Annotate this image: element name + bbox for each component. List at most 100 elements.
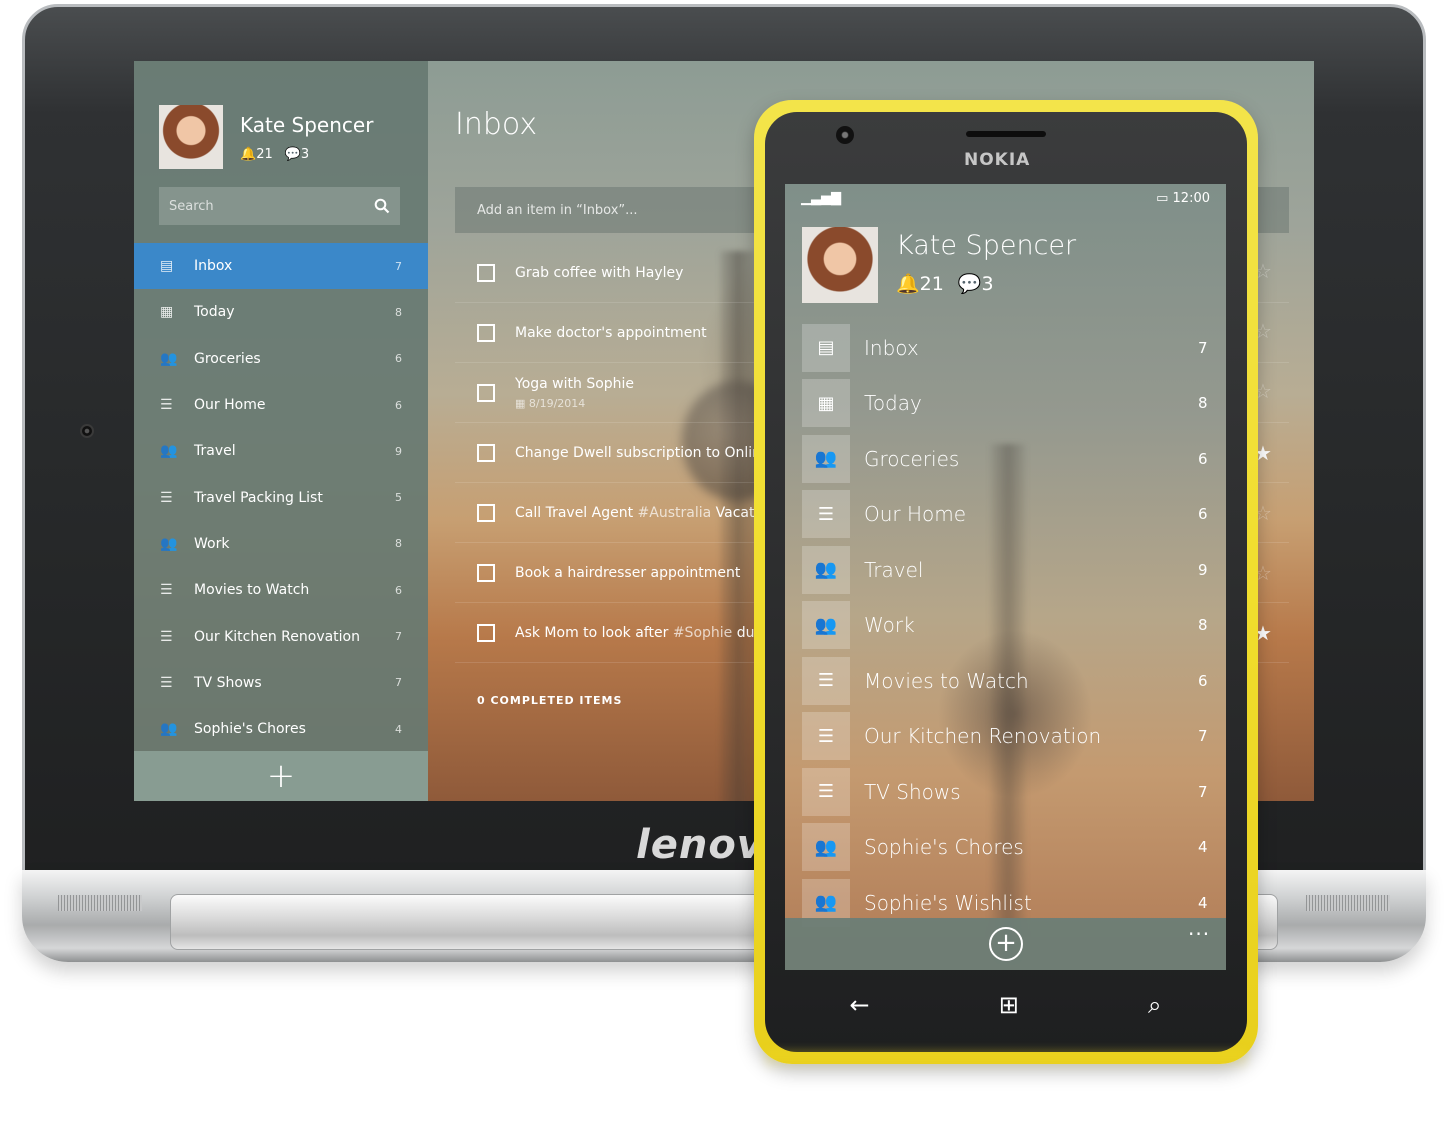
calendar-icon: ▦ bbox=[160, 304, 174, 321]
speaker-grille-left bbox=[58, 895, 142, 911]
comment-icon: 💬 bbox=[284, 147, 301, 162]
list-icon: ☰ bbox=[160, 628, 173, 645]
shared-list-icon: 👥 bbox=[160, 443, 178, 460]
list-item-our-home[interactable]: ☰ Our Home 6 bbox=[802, 487, 1226, 543]
shared-list-icon: 👥 bbox=[802, 823, 850, 872]
nokia-logo: NOKIA bbox=[964, 150, 1031, 170]
task-title: Call Travel Agent #Australia Vacation bbox=[515, 504, 776, 521]
inbox-icon: ▤ bbox=[802, 323, 850, 372]
list-item-groceries[interactable]: 👥 Groceries 6 bbox=[802, 431, 1226, 487]
user-counts: 🔔21 💬3 bbox=[896, 272, 994, 295]
task-checkbox[interactable] bbox=[477, 503, 495, 522]
app-bar: + ... bbox=[785, 916, 1226, 970]
shared-list-icon: 👥 bbox=[160, 721, 178, 738]
list-icon: ☰ bbox=[160, 582, 173, 599]
status-bar: ▁▃▅▇ ▭ 12:00 bbox=[785, 184, 1226, 212]
signal-icon: ▁▃▅▇ bbox=[801, 190, 841, 206]
shared-list-icon: 👥 bbox=[160, 350, 178, 367]
completed-items-toggle[interactable]: 0 COMPLETED ITEMS bbox=[477, 694, 622, 707]
plus-icon: + bbox=[266, 756, 296, 796]
list-item-work[interactable]: 👥 Work 8 bbox=[802, 598, 1226, 654]
list-icon: ☰ bbox=[160, 397, 173, 414]
calendar-icon: ▦ bbox=[515, 396, 529, 410]
sidebar-list: ▤ Inbox 7 ▦ Today 8 👥 Groceries 6 ☰ Our Home 6 👥… bbox=[134, 243, 428, 752]
sidebar-item-inbox[interactable]: ▤ Inbox 7 bbox=[134, 243, 428, 290]
avatar[interactable] bbox=[802, 227, 878, 303]
task-title: Yoga with Sophie bbox=[515, 375, 635, 392]
messages-button[interactable]: 💬3 bbox=[958, 272, 994, 295]
search-icon[interactable]: ⌕ bbox=[1148, 991, 1161, 1019]
hashtag-link[interactable]: #Australia bbox=[638, 505, 712, 521]
user-name: Kate Spencer bbox=[240, 113, 374, 137]
more-menu-button[interactable]: ... bbox=[1188, 916, 1210, 940]
add-list-button[interactable]: + bbox=[989, 927, 1023, 961]
task-title: Make doctor's appointment bbox=[515, 324, 707, 341]
task-checkbox[interactable] bbox=[477, 383, 495, 402]
calendar-icon: ▦ bbox=[802, 379, 850, 428]
phone-list: ▤ Inbox 7 ▦ Today 8 👥 Groceries 6 ☰ Our Home 6 👥… bbox=[802, 320, 1226, 931]
windows-start-icon[interactable]: ⊞ bbox=[999, 991, 1019, 1019]
task-checkbox[interactable] bbox=[477, 263, 495, 282]
search-input[interactable]: Search bbox=[159, 187, 400, 225]
shared-list-icon: 👥 bbox=[160, 535, 178, 552]
hashtag-link[interactable]: #Sophie bbox=[673, 625, 732, 641]
list-item-tv-shows[interactable]: ☰ TV Shows 7 bbox=[802, 764, 1226, 820]
avatar[interactable] bbox=[159, 105, 223, 169]
list-icon: ☰ bbox=[802, 712, 850, 761]
plus-icon: + bbox=[995, 928, 1017, 958]
messages-button[interactable]: 💬3 bbox=[285, 147, 309, 162]
comment-icon: 💬 bbox=[957, 273, 982, 295]
back-icon[interactable]: ← bbox=[850, 991, 870, 1019]
list-item-sophies-chores[interactable]: 👥 Sophie's Chores 4 bbox=[802, 820, 1226, 876]
shared-list-icon: 👥 bbox=[802, 601, 850, 650]
shared-list-icon: 👥 bbox=[802, 434, 850, 483]
list-item-inbox[interactable]: ▤ Inbox 7 bbox=[802, 320, 1226, 376]
user-counts: 🔔21 💬3 bbox=[240, 147, 309, 162]
task-checkbox[interactable] bbox=[477, 323, 495, 342]
list-icon: ☰ bbox=[802, 656, 850, 705]
sidebar-item-travel-packing-list[interactable]: ☰ Travel Packing List 5 bbox=[134, 474, 428, 520]
phone-reflection bbox=[765, 1050, 1247, 1070]
sidebar-item-travel[interactable]: 👥 Travel 9 bbox=[134, 428, 428, 474]
list-icon: ☰ bbox=[160, 489, 173, 506]
sidebar-item-our-kitchen-renovation[interactable]: ☰ Our Kitchen Renovation 7 bbox=[134, 613, 428, 659]
list-item-travel[interactable]: 👥 Travel 9 bbox=[802, 542, 1226, 598]
sidebar-item-work[interactable]: 👥 Work 8 bbox=[134, 521, 428, 567]
shared-list-icon: 👥 bbox=[802, 545, 850, 594]
messages-count: 3 bbox=[300, 147, 310, 162]
task-title: Grab coffee with Hayley bbox=[515, 264, 684, 281]
task-checkbox[interactable] bbox=[477, 563, 495, 582]
page-title: Inbox bbox=[455, 107, 538, 142]
add-list-button[interactable]: + bbox=[134, 751, 428, 801]
list-item-movies-to-watch[interactable]: ☰ Movies to Watch 6 bbox=[802, 653, 1226, 709]
search-icon[interactable] bbox=[374, 198, 390, 214]
list-item-our-kitchen-renovation[interactable]: ☰ Our Kitchen Renovation 7 bbox=[802, 709, 1226, 765]
notifications-button[interactable]: 🔔21 bbox=[896, 272, 944, 295]
list-icon: ☰ bbox=[160, 674, 173, 691]
phone-screen: ▁▃▅▇ ▭ 12:00 Kate Spencer 🔔21 💬3 ▤ Inbox 7… bbox=[785, 184, 1226, 970]
phone-camera bbox=[836, 126, 854, 144]
search-placeholder: Search bbox=[169, 198, 214, 214]
clock: 12:00 bbox=[1172, 190, 1210, 206]
task-title: Change Dwell subscription to Online a bbox=[515, 444, 783, 461]
list-item-today[interactable]: ▦ Today 8 bbox=[802, 376, 1226, 432]
list-icon: ☰ bbox=[802, 490, 850, 539]
sidebar-item-movies-to-watch[interactable]: ☰ Movies to Watch 6 bbox=[134, 567, 428, 613]
task-due-date: ▦ 8/19/2014 bbox=[515, 396, 586, 410]
sidebar-item-sophies-chores[interactable]: 👥 Sophie's Chores 4 bbox=[134, 706, 428, 752]
task-checkbox[interactable] bbox=[477, 443, 495, 462]
sidebar-item-tv-shows[interactable]: ☰ TV Shows 7 bbox=[134, 660, 428, 706]
user-name: Kate Spencer bbox=[896, 230, 1077, 261]
bell-icon: 🔔 bbox=[240, 147, 257, 162]
speaker-grille-right bbox=[1306, 895, 1390, 911]
bell-icon: 🔔 bbox=[896, 273, 920, 295]
sidebar-item-today[interactable]: ▦ Today 8 bbox=[134, 289, 428, 335]
tablet-camera bbox=[80, 424, 94, 438]
notifications-button[interactable]: 🔔21 bbox=[240, 147, 273, 162]
sidebar-item-groceries[interactable]: 👥 Groceries 6 bbox=[134, 336, 428, 382]
battery-icon: ▭ bbox=[1156, 190, 1173, 206]
inbox-icon: ▤ bbox=[160, 258, 174, 275]
task-checkbox[interactable] bbox=[477, 623, 495, 642]
sidebar: Kate Spencer 🔔21 💬3 Search ▤ Inbox 7 ▦ Toda… bbox=[134, 61, 428, 801]
sidebar-item-our-home[interactable]: ☰ Our Home 6 bbox=[134, 382, 428, 428]
